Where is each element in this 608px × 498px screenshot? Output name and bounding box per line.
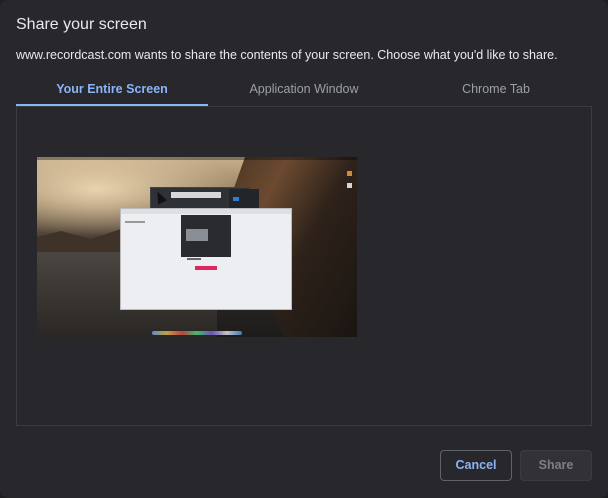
thumbnail-window-small [229, 189, 259, 209]
source-tabs: Your Entire Screen Application Window Ch… [16, 74, 592, 106]
share-button[interactable]: Share [520, 450, 592, 481]
cancel-button[interactable]: Cancel [440, 450, 512, 481]
thumbnail-desktop-icon [347, 183, 352, 188]
share-screen-dialog: Share your screen www.recordcast.com wan… [0, 0, 608, 498]
source-list-panel [16, 106, 592, 426]
thumbnail-desktop-icon [347, 171, 352, 176]
entire-screen-thumbnail[interactable] [37, 157, 357, 337]
dialog-title: Share your screen [16, 16, 147, 33]
tab-application-window[interactable]: Application Window [208, 74, 400, 106]
thumbnail-window-browser [120, 208, 292, 310]
thumbnail-dock [152, 331, 242, 335]
tab-entire-screen[interactable]: Your Entire Screen [16, 74, 208, 106]
thumbnail-menubar [37, 157, 357, 160]
tab-chrome-tab[interactable]: Chrome Tab [400, 74, 592, 106]
dialog-description: www.recordcast.com wants to share the co… [16, 48, 558, 62]
